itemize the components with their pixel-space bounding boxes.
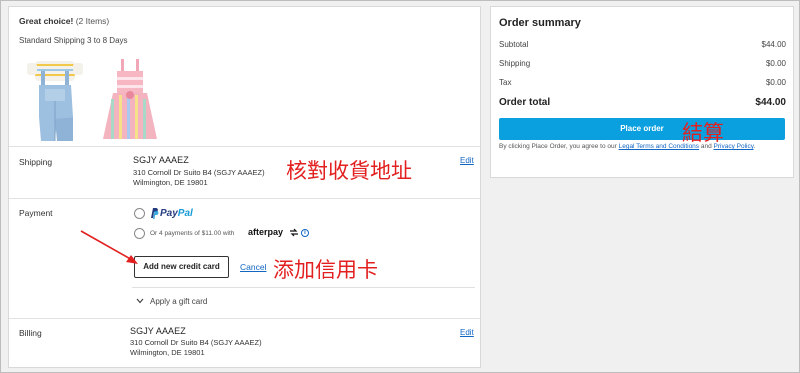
cancel-link[interactable]: Cancel — [240, 262, 266, 272]
place-order-button[interactable]: Place order — [499, 118, 785, 140]
cart-header-title: Great choice! — [19, 16, 74, 26]
section-divider — [9, 318, 480, 319]
order-summary-title: Order summary — [499, 17, 581, 29]
edit-shipping-link[interactable]: Edit — [460, 156, 474, 165]
summary-row-subtotal: Subtotal $44.00 — [499, 40, 786, 49]
section-divider — [9, 198, 480, 199]
billing-name: SGJY AAAEZ — [130, 326, 186, 336]
shipping-name: SGJY AAAEZ — [133, 155, 189, 165]
product-image-dress[interactable] — [99, 55, 161, 145]
billing-address-line1: 310 Cornoll Dr Suito B4 (SGJY AAAEZ) — [130, 338, 262, 347]
edit-billing-link[interactable]: Edit — [460, 328, 474, 337]
apply-gift-card-toggle[interactable]: Apply a gift card — [136, 297, 207, 306]
shipping-label: Shipping — [19, 157, 53, 167]
paypal-logo: PayPal — [160, 208, 193, 219]
shipping-address-line1: 310 Cornoll Dr Suito B4 (SGJY AAAEZ) — [133, 168, 265, 177]
section-divider — [9, 146, 480, 147]
order-summary-panel: Order summary Subtotal $44.00 Shipping $… — [490, 6, 794, 178]
order-total-label: Order total — [499, 97, 551, 108]
paypal-mark-icon — [151, 208, 159, 219]
annotation-checkout: 結算 — [682, 121, 724, 145]
shipping-estimate: Standard Shipping 3 to 8 Days — [19, 36, 128, 45]
summary-row-value: $0.00 — [765, 78, 786, 87]
annotation-verify-address: 核對收貨地址 — [286, 159, 412, 183]
paypal-radio[interactable] — [134, 208, 145, 219]
summary-row-label: Subtotal — [499, 40, 529, 49]
summary-row-value: $44.00 — [761, 40, 786, 49]
afterpay-logo: afterpay — [248, 227, 284, 237]
checkout-panel: Great choice! (2 Items) Standard Shippin… — [8, 6, 481, 368]
order-total-value: $44.00 — [755, 97, 786, 108]
terms-suffix: . — [753, 143, 756, 150]
annotation-add-credit-card: 添加信用卡 — [273, 258, 378, 282]
add-credit-card-button[interactable]: Add new credit card — [134, 256, 229, 278]
paypal-logo-pay: Pay — [160, 208, 178, 219]
afterpay-info-icon[interactable]: i — [301, 229, 309, 237]
summary-row-shipping: Shipping $0.00 — [499, 59, 786, 68]
payment-divider — [132, 287, 475, 288]
terms-notice: By clicking Place Order, you agree to ou… — [499, 142, 785, 151]
billing-address-line2: Wilmington, DE 19801 — [130, 348, 205, 357]
order-total-row: Order total $44.00 — [499, 97, 786, 108]
annotation-arrow-icon — [80, 230, 138, 264]
summary-row-value: $0.00 — [765, 59, 786, 68]
terms-prefix: By clicking Place Order, you agree to ou… — [499, 143, 617, 150]
cart-header: Great choice! (2 Items) — [19, 16, 109, 26]
payment-label: Payment — [19, 208, 53, 218]
product-image-overalls[interactable] — [21, 57, 89, 145]
apply-gift-card-label: Apply a gift card — [150, 297, 208, 306]
summary-row-tax: Tax $0.00 — [499, 78, 786, 87]
paypal-logo-pal: Pal — [177, 208, 193, 219]
cart-item-count: (2 Items) — [75, 16, 110, 26]
chevron-down-icon — [136, 298, 144, 304]
afterpay-text: Or 4 payments of $11.00 with — [150, 230, 235, 237]
summary-row-label: Shipping — [499, 59, 531, 68]
afterpay-arrows-icon — [290, 228, 298, 237]
billing-label: Billing — [19, 328, 42, 338]
shipping-address-line2: Wilmington, DE 19801 — [133, 178, 208, 187]
summary-row-label: Tax — [499, 78, 512, 87]
